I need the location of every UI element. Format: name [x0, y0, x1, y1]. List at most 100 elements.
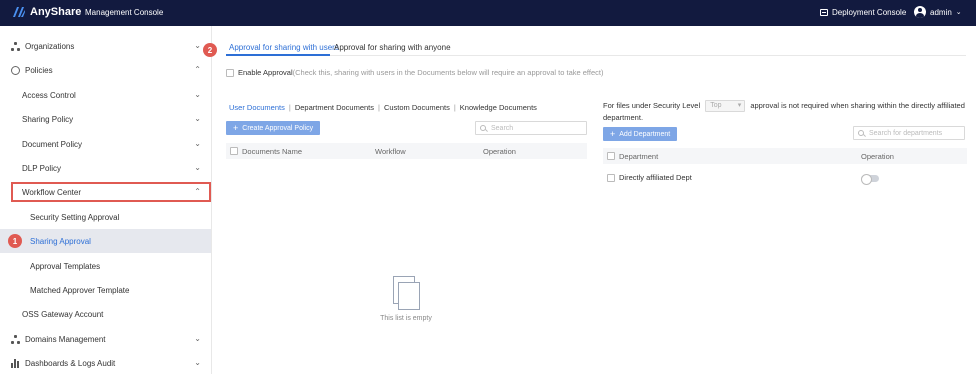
- chevron-down-icon: ⌄: [194, 139, 201, 148]
- create-approval-policy-label: Create Approval Policy: [242, 124, 314, 132]
- search-placeholder: Search: [491, 124, 514, 132]
- sidebar-item-sharing-policy[interactable]: Sharing Policy ⌄: [0, 107, 211, 131]
- policies-icon: [11, 66, 20, 75]
- deployment-console-icon: [820, 9, 828, 16]
- security-level-info: For files under Security Level Top appro…: [603, 100, 967, 124]
- tab-sharing-with-anyone[interactable]: Approval for sharing with anyone: [334, 43, 451, 52]
- table-row: Directly affiliated Dept: [603, 171, 967, 185]
- sidebar-item-label: Approval Templates: [30, 261, 101, 271]
- tab-sharing-with-users[interactable]: Approval for sharing with users: [229, 43, 339, 52]
- tab-custom-documents[interactable]: Custom Documents: [384, 103, 450, 112]
- sidebar-item-label: OSS Gateway Account: [22, 309, 104, 319]
- sidebar-item-label: DLP Policy: [22, 163, 61, 173]
- chevron-down-icon: ⌄: [194, 90, 201, 99]
- create-approval-policy-button[interactable]: + Create Approval Policy: [226, 121, 321, 135]
- tab-user-documents[interactable]: User Documents: [229, 103, 285, 112]
- sidebar-item-label: Policies: [25, 65, 53, 75]
- sidebar-item-label: Security Setting Approval: [30, 212, 120, 222]
- sidebar-item-label: Document Policy: [22, 139, 83, 149]
- row-checkbox[interactable]: [607, 174, 615, 182]
- plus-icon: +: [233, 123, 239, 133]
- sidebar-item-sharing-approval[interactable]: Sharing Approval: [0, 229, 211, 253]
- sidebar-item-organizations[interactable]: Organizations ⌄: [0, 34, 211, 58]
- search-icon: [480, 125, 486, 131]
- anyshare-logo[interactable]: AnyShare: [12, 6, 81, 18]
- domains-icon: [11, 335, 20, 344]
- column-workflow: Workflow: [375, 147, 406, 156]
- sidebar-item-label: Sharing Policy: [22, 114, 74, 124]
- info-prefix: For files under Security Level: [603, 101, 701, 110]
- console-title: Management Console: [85, 8, 164, 17]
- tab-separator: |: [378, 103, 380, 112]
- search-icon: [858, 130, 864, 136]
- policy-table-header: Documents Name Workflow Operation: [226, 143, 587, 159]
- chevron-up-icon: ⌃: [194, 65, 201, 74]
- chevron-down-icon: ⌄: [194, 41, 201, 50]
- deployment-console-label: Deployment Console: [832, 8, 907, 17]
- sidebar-item-domains-management[interactable]: Domains Management ⌄: [0, 327, 211, 351]
- enable-approval-label: Enable Approval: [238, 68, 293, 77]
- column-documents-name: Documents Name: [242, 147, 303, 156]
- enable-approval-row: Enable Approval (Check this, sharing wit…: [226, 68, 603, 77]
- sidebar-item-label: Organizations: [25, 41, 75, 51]
- chevron-down-icon: ⌄: [955, 9, 962, 16]
- policy-search-input[interactable]: Search: [475, 121, 587, 135]
- user-name: admin: [930, 7, 952, 17]
- add-department-button[interactable]: + Add Department: [603, 127, 678, 141]
- sidebar-item-label: Matched Approver Template: [30, 285, 130, 295]
- sidebar-item-label: Domains Management: [25, 334, 106, 344]
- sidebar-item-label: Sharing Approval: [30, 236, 91, 246]
- approval-toggle[interactable]: [861, 174, 879, 185]
- sidebar-item-policies[interactable]: Policies ⌃: [0, 58, 211, 82]
- add-department-label: Add Department: [619, 130, 671, 138]
- top-bar: AnyShare Management Console Deployment C…: [0, 0, 976, 26]
- sidebar-item-security-setting-approval[interactable]: Security Setting Approval: [0, 205, 211, 229]
- chevron-down-icon: ⌄: [194, 358, 201, 367]
- select-all-checkbox[interactable]: [230, 147, 238, 155]
- chevron-down-icon: ⌄: [194, 334, 201, 343]
- sidebar-item-matched-approver-template[interactable]: Matched Approver Template: [0, 278, 211, 302]
- sidebar-item-document-policy[interactable]: Document Policy ⌄: [0, 132, 211, 156]
- department-table-header: Department Operation: [603, 148, 967, 164]
- department-search-input[interactable]: Search for departments: [853, 126, 965, 140]
- column-operation: Operation: [861, 152, 894, 161]
- dashboards-icon: [11, 359, 20, 368]
- brand-name: AnyShare: [30, 6, 82, 18]
- sidebar-item-access-control[interactable]: Access Control ⌄: [0, 83, 211, 107]
- plus-icon: +: [610, 129, 616, 139]
- active-tab-indicator: [226, 54, 330, 56]
- sidebar-item-label: Access Control: [22, 90, 76, 100]
- avatar-icon: [914, 6, 926, 18]
- enable-approval-hint: (Check this, sharing with users in the D…: [292, 68, 604, 77]
- department-name: Directly affiliated Dept: [619, 173, 692, 182]
- chevron-down-icon: ⌄: [194, 114, 201, 123]
- anyshare-logo-icon: [12, 6, 26, 18]
- user-menu[interactable]: admin ⌄: [914, 6, 962, 18]
- tab-knowledge-documents[interactable]: Knowledge Documents: [460, 103, 537, 112]
- tab-department-documents[interactable]: Department Documents: [295, 103, 374, 112]
- empty-state-text: This list is empty: [380, 315, 432, 322]
- sidebar-item-approval-templates[interactable]: Approval Templates: [0, 254, 211, 278]
- chevron-down-icon: ⌄: [194, 163, 201, 172]
- organizations-icon: [11, 42, 20, 51]
- empty-state: This list is empty: [376, 276, 436, 322]
- select-all-departments-checkbox[interactable]: [607, 152, 615, 160]
- document-type-tabs: User Documents | Department Documents | Cust…: [229, 103, 537, 112]
- sidebar-item-oss-gateway-account[interactable]: OSS Gateway Account: [0, 302, 211, 326]
- step-badge-2: 2: [203, 43, 217, 57]
- search-placeholder: Search for departments: [869, 129, 943, 137]
- workflow-center-highlight: [11, 182, 211, 202]
- sidebar: Organizations ⌄ Policies ⌃ Access Contro…: [0, 26, 212, 374]
- deployment-console-link[interactable]: Deployment Console: [820, 8, 906, 17]
- column-department: Department: [619, 152, 659, 161]
- empty-document-icon: [391, 276, 421, 310]
- tab-separator: |: [288, 103, 291, 112]
- security-level-select[interactable]: Top: [705, 100, 746, 113]
- sidebar-item-dlp-policy[interactable]: DLP Policy ⌄: [0, 156, 211, 180]
- enable-approval-checkbox[interactable]: [226, 68, 234, 77]
- sidebar-item-label: Dashboards & Logs Audit: [25, 358, 116, 368]
- step-badge-1: 1: [8, 234, 22, 248]
- approval-tabs: Approval for sharing with users Approval…: [226, 40, 966, 56]
- column-operation: Operation: [483, 147, 516, 156]
- sidebar-item-dashboards-logs-audit[interactable]: Dashboards & Logs Audit ⌄: [0, 351, 211, 375]
